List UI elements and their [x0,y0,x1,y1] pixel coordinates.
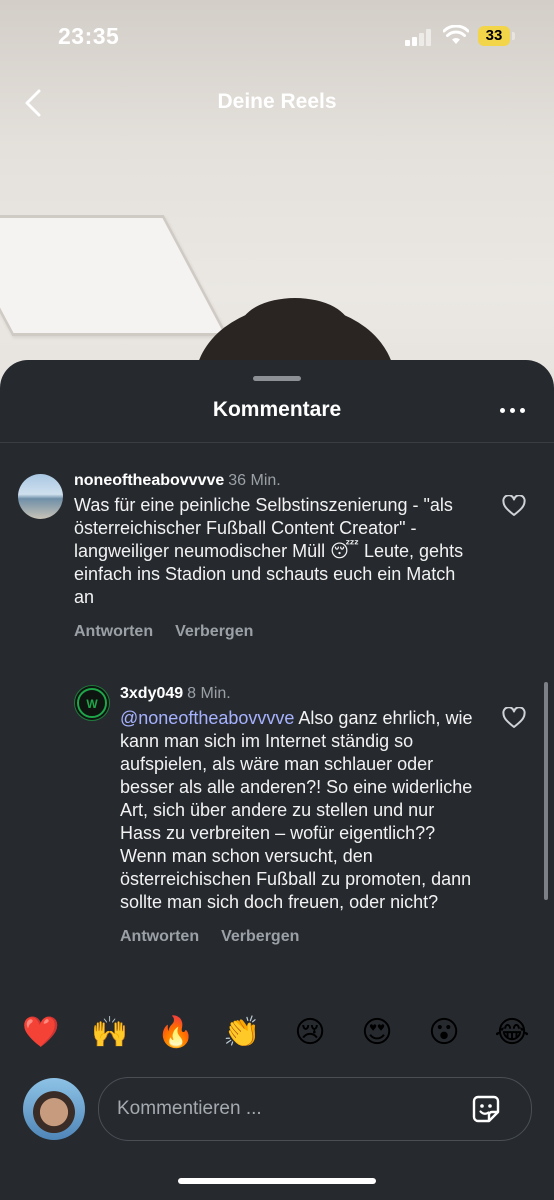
battery-icon: 33 [478,26,510,46]
comment-input-placeholder: Kommentieren ... [117,1098,262,1119]
reply-button[interactable]: Antworten [120,928,199,945]
emoji-heart-eyes-button[interactable]: 😍 [357,1015,397,1050]
heart-icon[interactable] [502,495,526,517]
sheet-grabber[interactable] [253,376,301,381]
wifi-icon [443,25,469,44]
emoji-clap-button[interactable]: 👏 [222,1015,262,1050]
avatar[interactable] [18,474,63,519]
my-avatar [23,1078,85,1140]
comment-actions: Antworten Verbergen [120,928,480,946]
comment-item: noneoftheabovvvve 36 Min. Was für eine pe… [74,472,474,641]
emoji-reaction-bar: ❤️ 🙌 🔥 👏 😢 😍 😮 😂 [0,1015,554,1059]
sheet-title: Kommentare [212,398,342,421]
svg-text:W: W [86,697,98,711]
status-time: 23:35 [58,23,120,49]
sticker-icon[interactable] [469,1092,503,1126]
hide-button[interactable]: Verbergen [175,623,253,640]
more-options-icon[interactable] [500,403,526,417]
club-crest-icon: W [77,688,107,718]
status-bar: 23:35 33 [0,0,554,70]
heart-icon[interactable] [502,707,526,729]
emoji-crying-button[interactable]: 😢 [290,1015,330,1050]
home-indicator[interactable] [178,1178,376,1184]
comment-text: @noneoftheabovvvve Also ganz ehrlich, wi… [120,707,480,914]
comment-body: Also ganz ehrlich, wie kann man sich im … [120,708,473,912]
reels-header: Deine Reels [0,78,554,128]
cellular-signal-icon [405,28,433,46]
comment-input[interactable]: Kommentieren ... [98,1077,532,1141]
comment-composer: ❤️ 🙌 🔥 👏 😢 😍 😮 😂 Kommentieren ... [0,995,554,1200]
hide-button[interactable]: Verbergen [221,928,299,945]
comment-time: 8 Min. [187,685,231,702]
ceiling-light [0,215,229,336]
battery-tip [512,32,515,40]
emoji-heart-button[interactable]: ❤️ [21,1015,61,1050]
emoji-fire-button[interactable]: 🔥 [156,1015,196,1050]
header-divider [0,442,554,443]
comment-username[interactable]: 3xdy049 [120,685,183,702]
emoji-raised-hands-button[interactable]: 🙌 [90,1015,130,1050]
comment-actions: Antworten Verbergen [74,623,474,641]
comment-username[interactable]: noneoftheabovvvve [74,472,224,489]
reply-button[interactable]: Antworten [74,623,153,640]
comment-text: Was für eine peinliche Selbstinszenierun… [74,495,464,607]
comment-time: 36 Min. [228,472,281,489]
mention-link[interactable]: @noneoftheabovvvve [120,708,294,728]
avatar[interactable]: W [74,685,110,721]
emoji-surprised-button[interactable]: 😮 [424,1015,464,1050]
comment-item: 3xdy049 8 Min. @noneoftheabovvvve Also ga… [120,685,480,946]
page-title: Deine Reels [217,90,337,113]
emoji-laughing-button[interactable]: 😂 [492,1015,532,1050]
scrollbar[interactable] [544,682,548,900]
